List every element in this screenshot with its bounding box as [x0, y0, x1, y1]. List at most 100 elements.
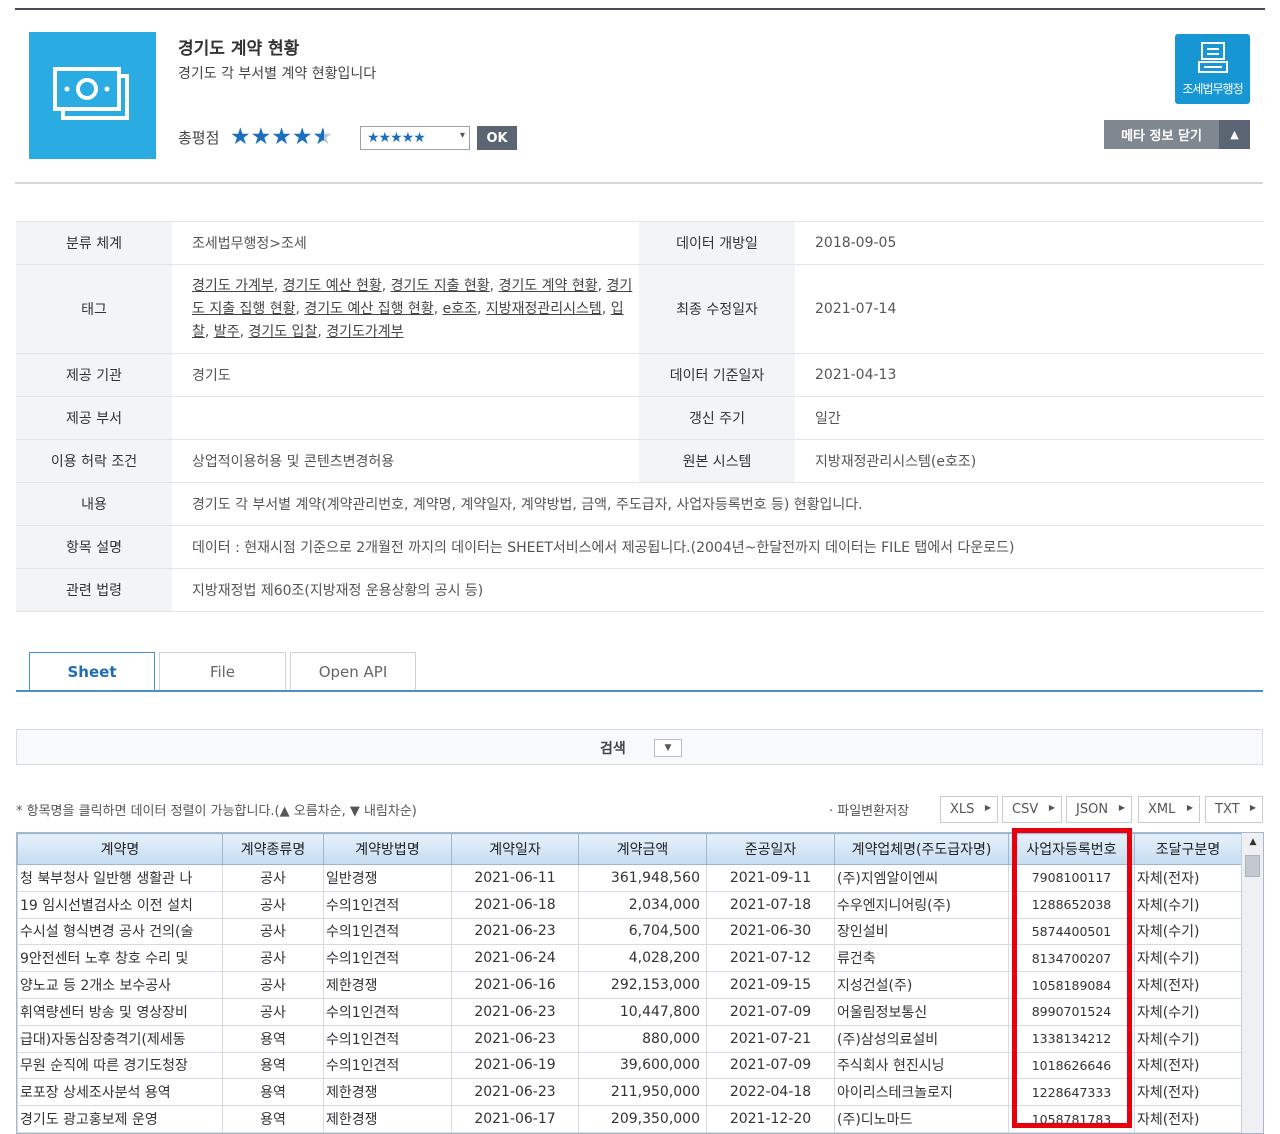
table-cell: 수의1인견적	[323, 997, 452, 1026]
scroll-thumb[interactable]	[1245, 855, 1260, 877]
table-cell: 무원 순직에 따른 경기도청장	[17, 1051, 223, 1080]
meta-row: 이용 허락 조건 상업적이용허용 및 콘텐츠변경허용 원본 시스템 지방재정관리…	[16, 439, 1264, 483]
tag-link[interactable]: e호조	[443, 301, 477, 317]
search-bar[interactable]: 검색 ▼	[16, 729, 1263, 765]
column-header[interactable]: 계약방법명	[323, 833, 452, 865]
table-cell: 자체(수기)	[1134, 997, 1242, 1026]
meta-key: 제공 기관	[16, 353, 172, 397]
table-cell: 4,028,200	[578, 944, 707, 973]
table-cell: 2021-09-15	[706, 971, 835, 999]
table-cell: 공사	[222, 971, 324, 999]
tab-file[interactable]: File	[159, 652, 286, 690]
meta-value: 상업적이용허용 및 콘텐츠변경허용	[172, 439, 639, 483]
column-header[interactable]: 준공일자	[706, 833, 835, 865]
table-cell: 자체(수기)	[1134, 944, 1242, 973]
column-header[interactable]: 조달구분명	[1134, 833, 1242, 865]
meta-value: 일간	[795, 396, 1264, 440]
tag-link[interactable]: 발주	[214, 324, 240, 340]
tag-link[interactable]: 경기도 예산 집행 현황	[304, 301, 433, 317]
scroll-up-icon[interactable]: ▲	[1242, 837, 1263, 847]
meta-key: 원본 시스템	[639, 439, 795, 483]
column-header[interactable]: 계약금액	[578, 833, 707, 865]
header-divider	[15, 182, 1263, 184]
export-txt-button[interactable]: TXT ▶	[1205, 796, 1263, 823]
meta-toggle-button[interactable]: 메타 정보 닫기	[1104, 120, 1219, 149]
export-csv-button[interactable]: CSV ▶	[1002, 796, 1062, 823]
table-cell: 아이리스테크놀로지	[834, 1078, 1009, 1107]
meta-key: 데이터 기준일자	[639, 353, 795, 397]
meta-row: 관련 법령 지방재정법 제60조(지방재정 운용상황의 공시 등)	[16, 568, 1264, 612]
table-cell: (주)지엠알이엔씨	[834, 864, 1009, 892]
meta-value: 데이터 : 현재시점 기준으로 2개월전 까지의 데이터는 SHEET서비스에서…	[172, 525, 1264, 569]
category-badge[interactable]: 조세법무행정	[1175, 34, 1250, 104]
table-cell: 2021-06-17	[451, 1105, 579, 1133]
table-cell: 주식회사 현진시닝	[834, 1051, 1009, 1080]
chevron-down-icon[interactable]: ▼	[654, 739, 682, 757]
table-cell: 로포장 상세조사분석 용역	[17, 1078, 223, 1107]
rating-ok-button[interactable]: OK	[477, 126, 517, 150]
tag-link[interactable]: 경기도 입찰	[248, 324, 317, 340]
export-xml-button[interactable]: XML ▶	[1138, 796, 1200, 823]
contract-name-text: 양노교 등 2개소 보수공사	[20, 978, 172, 995]
column-header[interactable]: 계약명	[17, 833, 223, 865]
vertical-scrollbar[interactable]: ▲	[1241, 833, 1263, 1133]
column-header[interactable]: 계약업체명(주도급자명)	[834, 833, 1009, 865]
table-cell: 자체(전자)	[1134, 1051, 1242, 1080]
table-cell: 2022-04-18	[706, 1078, 835, 1107]
table-cell: (주)삼성의료설비	[834, 1024, 1009, 1053]
tag-link[interactable]: 경기도 가계부	[192, 278, 274, 294]
tag-link[interactable]: 경기도 지출 현황	[391, 278, 490, 294]
table-cell: 청 북부청사 일반행 생활관 나	[17, 864, 223, 892]
tag-link[interactable]: 지방재정관리시스템	[486, 301, 602, 317]
table-cell: 2021-07-09	[706, 1051, 835, 1080]
table-cell: 자체(전자)	[1134, 971, 1242, 999]
table-cell: 6,704,500	[578, 917, 707, 946]
tag-link[interactable]: 경기도 예산 현황	[283, 278, 382, 294]
meta-key: 태그	[16, 264, 172, 354]
tag-link[interactable]: 경기도 계약 현황	[499, 278, 598, 294]
table-cell: 자체(수기)	[1134, 917, 1242, 946]
tab-sheet[interactable]: Sheet	[29, 652, 155, 692]
table-cell: 공사	[222, 917, 324, 946]
table-cell: 자체(수기)	[1134, 890, 1242, 919]
table-cell: 수시설 형식변경 공사 건의(술	[17, 917, 223, 946]
table-cell: 39,600,000	[578, 1051, 707, 1080]
table-cell: 2021-09-11	[706, 864, 835, 892]
meta-key: 내용	[16, 482, 172, 526]
contract-name-text: 19 임시선별검사소 이전 설치	[20, 897, 193, 914]
top-border	[15, 8, 1265, 10]
tab-open-api[interactable]: Open API	[290, 652, 416, 690]
column-header[interactable]: 계약종류명	[222, 833, 324, 865]
tag-link[interactable]: 경기도가계부	[326, 324, 403, 340]
table-cell: 9안전센터 노후 창호 수리 및	[17, 944, 223, 973]
column-header[interactable]: 계약일자	[451, 833, 579, 865]
meta-value: 경기도 각 부서별 계약(계약관리번호, 계약명, 계약일자, 계약방법, 금액…	[172, 482, 1264, 526]
table-cell: 2021-06-23	[451, 997, 579, 1026]
meta-value: 지방재정관리시스템(e호조)	[795, 439, 1264, 483]
meta-key: 데이터 개방일	[639, 221, 795, 265]
table-cell: 수의1인견적	[323, 1024, 452, 1053]
contract-name-text: 로포장 상세조사분석 용역	[20, 1085, 171, 1102]
contract-name-text: 청 북부청사 일반행 생활관 나	[20, 870, 193, 887]
meta-row: 제공 기관 경기도 데이터 기준일자 2021-04-13	[16, 353, 1264, 397]
export-json-button[interactable]: JSON ▶	[1066, 796, 1132, 823]
rating-label: 총평점	[178, 129, 220, 147]
dataset-title: 경기도 계약 현황	[178, 39, 300, 59]
table-cell: 2021-06-23	[451, 1024, 579, 1053]
table-cell: 경기도 광고홍보제 운영	[17, 1105, 223, 1133]
meta-row: 분류 체계 조세법무행정>조세 데이터 개방일 2018-09-05	[16, 221, 1264, 265]
rating-select[interactable]: ★★★★★ ▾	[360, 126, 470, 150]
export-format: JSON	[1076, 802, 1109, 817]
caret-up-icon[interactable]: ▲	[1219, 120, 1250, 149]
export-xls-button[interactable]: XLS ▶	[940, 796, 998, 823]
table-cell: 수의1인견적	[323, 1051, 452, 1080]
table-cell: 2021-06-16	[451, 971, 579, 999]
meta-info-table: 분류 체계 조세법무행정>조세 데이터 개방일 2018-09-05 태그 경기…	[16, 221, 1264, 612]
caret-right-icon: ▶	[1186, 803, 1193, 812]
table-cell: 2021-06-23	[451, 1078, 579, 1107]
table-cell: 용역	[222, 1078, 324, 1107]
contract-name-text: 무원 순직에 따른 경기도청장	[20, 1058, 188, 1075]
meta-key: 갱신 주기	[639, 396, 795, 440]
dataset-subtitle: 경기도 각 부서별 계약 현황입니다	[178, 66, 377, 82]
table-cell: 양노교 등 2개소 보수공사	[17, 971, 223, 999]
